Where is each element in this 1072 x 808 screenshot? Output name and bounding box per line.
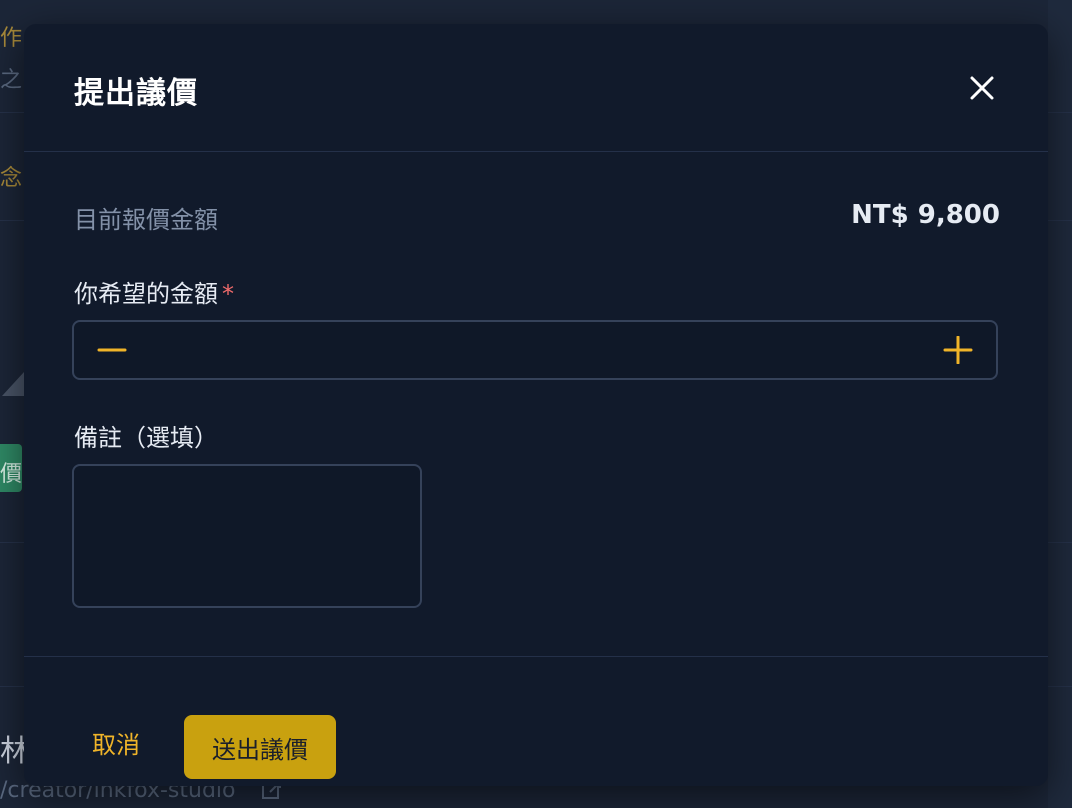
note-textarea[interactable]	[72, 464, 422, 608]
desired-amount-label-text: 你希望的金額	[74, 280, 218, 308]
cancel-button[interactable]: 取消	[80, 713, 152, 777]
minus-icon	[97, 348, 127, 352]
close-icon	[970, 76, 994, 100]
required-mark: *	[222, 280, 234, 308]
background-text-fragment: 之	[0, 68, 23, 93]
background-text-fragment: 作	[0, 26, 23, 51]
submit-offer-button[interactable]: 送出議價	[184, 715, 336, 779]
current-offer-label: 目前報價金額	[74, 206, 218, 234]
current-offer-value: NT$ 9,800	[851, 200, 1000, 230]
decrease-button[interactable]	[82, 322, 142, 378]
background-text-fragment: 念	[0, 166, 23, 191]
close-button[interactable]	[964, 70, 1000, 106]
negotiation-dialog: 提出議價 目前報價金額 NT$ 9,800 你希望的金額 * 備註（選填） 取消 …	[24, 24, 1048, 786]
background-decoration	[2, 372, 24, 396]
background-text-fragment: 價	[0, 462, 23, 487]
amount-input[interactable]	[154, 330, 918, 372]
increase-button[interactable]	[928, 322, 988, 378]
plus-icon	[943, 336, 973, 364]
dialog-footer: 取消 送出議價	[24, 656, 1048, 787]
note-label: 備註（選填）	[74, 424, 218, 452]
dialog-header: 提出議價	[24, 24, 1048, 152]
dialog-title: 提出議價	[74, 76, 198, 111]
amount-stepper	[72, 320, 998, 380]
desired-amount-label: 你希望的金額 *	[74, 274, 234, 309]
